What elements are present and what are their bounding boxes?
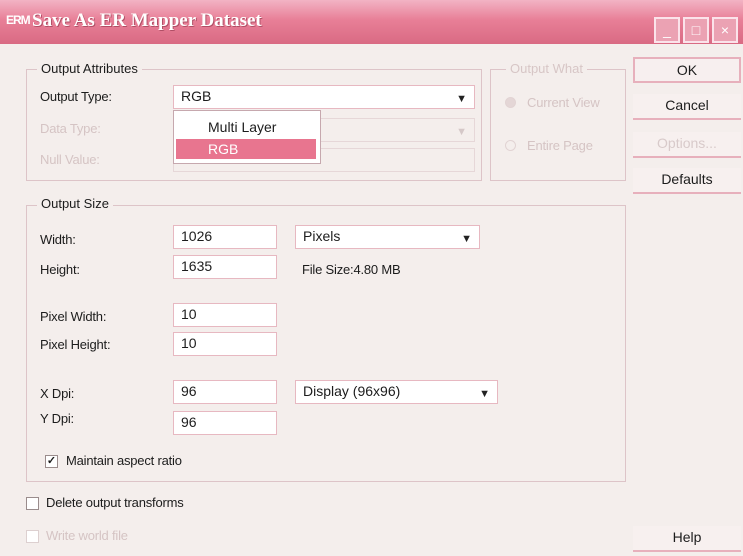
options-button[interactable]: Options... — [633, 132, 741, 158]
close-button[interactable]: × — [712, 17, 738, 43]
delete-transforms-label: Delete output transforms — [46, 495, 184, 510]
x-dpi-label: X Dpi: — [40, 386, 75, 401]
pixel-height-label: Pixel Height: — [40, 337, 111, 352]
chevron-down-icon: ▼ — [479, 388, 490, 400]
chevron-down-icon: ▼ — [461, 233, 472, 245]
minimize-button[interactable]: _ — [654, 17, 680, 43]
height-input[interactable]: 1635 — [173, 255, 277, 279]
width-value: 1026 — [181, 228, 213, 244]
file-size-text: File Size:4.80 MB — [302, 262, 401, 277]
pixel-height-value: 10 — [181, 335, 197, 351]
height-label: Height: — [40, 262, 80, 277]
maximize-button[interactable]: □ — [683, 17, 709, 43]
ok-button[interactable]: OK — [633, 57, 741, 83]
null-value-label: Null Value: — [40, 152, 100, 167]
chevron-down-icon: ▼ — [456, 126, 467, 138]
output-type-value: RGB — [181, 88, 212, 104]
title-bar: ERM Save As ER Mapper Dataset _ □ × — [0, 0, 743, 44]
window-title: Save As ER Mapper Dataset — [32, 10, 262, 31]
maintain-aspect-checkbox[interactable]: ✓ — [45, 455, 58, 468]
pixel-width-label: Pixel Width: — [40, 309, 107, 324]
close-icon: × — [720, 22, 730, 38]
display-select[interactable]: Display (96x96) ▼ — [295, 380, 498, 404]
dropdown-option-rgb[interactable]: RGB — [176, 139, 316, 159]
pixel-height-input[interactable]: 10 — [173, 332, 277, 356]
pixel-width-input[interactable]: 10 — [173, 303, 277, 327]
check-icon: ✓ — [46, 455, 57, 467]
app-icon: ERM — [6, 13, 31, 27]
delete-transforms-checkbox[interactable] — [26, 497, 39, 510]
output-what-group — [490, 69, 626, 181]
entire-page-radio[interactable] — [505, 140, 516, 151]
output-type-select[interactable]: RGB ▼ — [173, 85, 475, 109]
x-dpi-input[interactable]: 96 — [173, 380, 277, 404]
maintain-aspect-label: Maintain aspect ratio — [66, 453, 182, 468]
chevron-down-icon: ▼ — [456, 93, 467, 105]
cancel-button[interactable]: Cancel — [633, 94, 741, 120]
current-view-label: Current View — [527, 95, 600, 110]
output-type-dropdown-list: Multi Layer RGB — [173, 110, 321, 164]
output-attributes-legend: Output Attributes — [37, 61, 142, 76]
pixel-width-value: 10 — [181, 306, 197, 322]
current-view-radio[interactable] — [505, 97, 516, 108]
y-dpi-value: 96 — [181, 414, 197, 430]
width-input[interactable]: 1026 — [173, 225, 277, 249]
defaults-button[interactable]: Defaults — [633, 168, 741, 194]
width-label: Width: — [40, 232, 76, 247]
dropdown-option-multi-layer[interactable]: Multi Layer — [176, 117, 316, 137]
entire-page-label: Entire Page — [527, 138, 593, 153]
output-what-legend: Output What — [506, 61, 587, 76]
y-dpi-label: Y Dpi: — [40, 411, 74, 426]
display-value: Display (96x96) — [303, 383, 401, 399]
y-dpi-input[interactable]: 96 — [173, 411, 277, 435]
data-type-select: ▼ — [319, 118, 475, 142]
units-select[interactable]: Pixels ▼ — [295, 225, 480, 249]
maximize-icon: □ — [691, 22, 701, 38]
help-button[interactable]: Help — [633, 526, 741, 552]
units-value: Pixels — [303, 228, 341, 244]
write-world-checkbox[interactable] — [26, 530, 39, 543]
write-world-label: Write world file — [46, 528, 128, 543]
output-size-legend: Output Size — [37, 196, 113, 211]
minimize-icon: _ — [663, 22, 671, 38]
output-type-label: Output Type: — [40, 89, 112, 104]
x-dpi-value: 96 — [181, 383, 197, 399]
data-type-label: Data Type: — [40, 121, 101, 136]
height-value: 1635 — [181, 258, 213, 274]
